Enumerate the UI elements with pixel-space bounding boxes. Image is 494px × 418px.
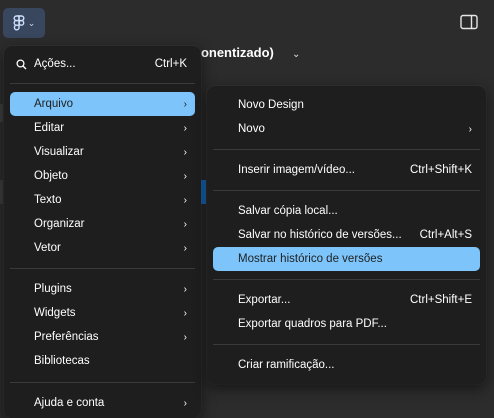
menu-item-visualizar[interactable]: Visualizar ›	[10, 140, 195, 164]
item-label: Ações...	[34, 58, 76, 70]
chevron-right-icon: ›	[468, 123, 472, 135]
menu-item-preferencias[interactable]: Preferências ›	[10, 325, 195, 349]
item-shortcut: Ctrl+Shift+E	[410, 294, 472, 306]
menu-item-editar[interactable]: Editar ›	[10, 116, 195, 140]
item-label: Novo Design	[238, 99, 304, 111]
submenu-item-mostrar-historico[interactable]: Mostrar histórico de versões	[213, 247, 480, 271]
canvas-edge	[0, 104, 3, 122]
submenu-item-inserir-imagem[interactable]: Inserir imagem/vídeo... Ctrl+Shift+K	[213, 158, 480, 182]
chevron-right-icon: ›	[183, 242, 187, 254]
item-label: Organizar	[34, 218, 85, 230]
submenu-item-novo-design[interactable]: Novo Design	[213, 93, 480, 117]
toolbar	[0, 0, 494, 46]
chevron-right-icon: ›	[183, 122, 187, 134]
chevron-right-icon: ›	[183, 218, 187, 230]
menu-item-widgets[interactable]: Widgets ›	[10, 301, 195, 325]
item-shortcut: Ctrl+Alt+S	[419, 229, 472, 241]
menu-item-arquivo[interactable]: Arquivo ›	[10, 92, 195, 116]
item-label: Texto	[34, 194, 62, 206]
item-label: Salvar no histórico de versões...	[238, 229, 402, 241]
item-label: Visualizar	[34, 146, 84, 158]
menu-item-texto[interactable]: Texto ›	[10, 188, 195, 212]
submenu-item-exportar-pdf[interactable]: Exportar quadros para PDF...	[213, 312, 480, 336]
submenu-item-salvar-historico[interactable]: Salvar no histórico de versões... Ctrl+A…	[213, 223, 480, 247]
item-label: Bibliotecas	[34, 355, 90, 367]
chevron-right-icon: ›	[183, 331, 187, 343]
main-menu-button[interactable]: ⌄	[3, 8, 45, 38]
item-label: Mostrar histórico de versões	[238, 253, 383, 265]
chevron-right-icon: ›	[183, 170, 187, 182]
chevron-right-icon: ›	[183, 283, 187, 295]
item-label: Vetor	[34, 242, 61, 254]
canvas-edge	[0, 180, 3, 204]
chevron-right-icon: ›	[183, 397, 187, 409]
menu-item-vetor[interactable]: Vetor ›	[10, 236, 195, 260]
menu-item-objeto[interactable]: Objeto ›	[10, 164, 195, 188]
chevron-down-icon: ⌄	[27, 17, 36, 28]
separator	[10, 382, 195, 383]
search-icon	[16, 59, 27, 70]
chevron-right-icon: ›	[183, 98, 187, 110]
item-shortcut: Ctrl+K	[154, 58, 187, 70]
item-label: Novo	[238, 123, 265, 135]
item-label: Criar ramificação...	[238, 359, 335, 371]
item-label: Objeto	[34, 170, 68, 182]
submenu-item-salvar-copia-local[interactable]: Salvar cópia local...	[213, 199, 480, 223]
menu-item-plugins[interactable]: Plugins ›	[10, 277, 195, 301]
chevron-right-icon: ›	[183, 146, 187, 158]
separator	[213, 279, 480, 280]
separator	[213, 149, 480, 150]
submenu-item-novo[interactable]: Novo ›	[213, 117, 480, 141]
file-title-chevron-icon[interactable]: ⌄	[292, 49, 300, 60]
item-label: Preferências	[34, 331, 99, 343]
item-shortcut: Ctrl+Shift+K	[410, 164, 472, 176]
separator	[213, 344, 480, 345]
menu-item-ajuda-e-conta[interactable]: Ajuda e conta ›	[10, 391, 195, 415]
item-label: Exportar quadros para PDF...	[238, 318, 387, 330]
menu-item-bibliotecas[interactable]: Bibliotecas	[10, 349, 195, 373]
file-submenu: Novo Design Novo › Inserir imagem/vídeo.…	[207, 86, 486, 384]
figma-logo-icon	[13, 15, 25, 31]
file-title[interactable]: ponentizado)	[193, 45, 274, 60]
submenu-item-criar-ramificacao[interactable]: Criar ramificação...	[213, 353, 480, 377]
chevron-right-icon: ›	[183, 307, 187, 319]
separator	[10, 268, 195, 269]
chevron-right-icon: ›	[183, 194, 187, 206]
item-label: Exportar...	[238, 294, 291, 306]
item-label: Inserir imagem/vídeo...	[238, 164, 355, 176]
item-label: Salvar cópia local...	[238, 205, 338, 217]
sidebar-panel-icon[interactable]	[460, 14, 478, 30]
actions-search-item[interactable]: Ações... Ctrl+K	[10, 52, 195, 76]
separator	[213, 190, 480, 191]
item-label: Widgets	[34, 307, 76, 319]
item-label: Plugins	[34, 283, 72, 295]
menu-item-organizar[interactable]: Organizar ›	[10, 212, 195, 236]
item-label: Ajuda e conta	[34, 397, 105, 409]
separator	[10, 83, 195, 84]
main-menu: Ações... Ctrl+K Arquivo › Editar › Visua…	[4, 46, 201, 418]
item-label: Arquivo	[34, 98, 73, 110]
item-label: Editar	[34, 122, 65, 134]
submenu-item-exportar[interactable]: Exportar... Ctrl+Shift+E	[213, 288, 480, 312]
